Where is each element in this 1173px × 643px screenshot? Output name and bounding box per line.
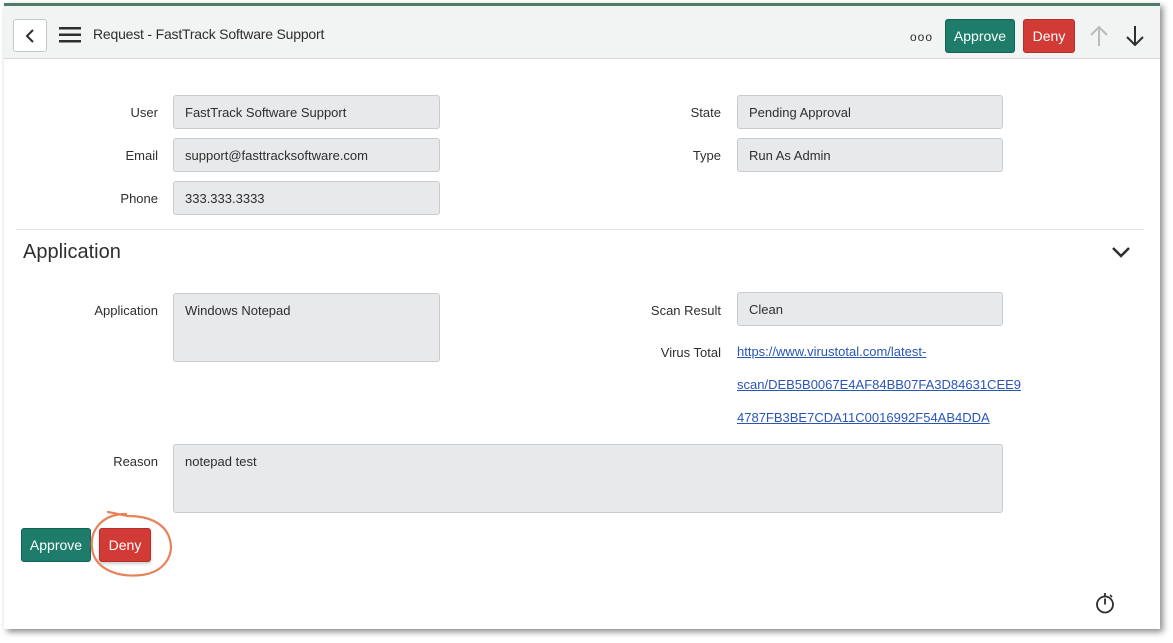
virus-total-link[interactable]: 4787FB3BE7CDA11C0016992F54AB4DDA	[737, 410, 990, 425]
section-divider	[16, 229, 1144, 230]
arrow-up-icon[interactable]	[1089, 25, 1109, 47]
virus-total-link[interactable]: https://www.virustotal.com/latest-	[737, 344, 926, 359]
type-field[interactable]: Run As Admin	[737, 138, 1003, 172]
back-arrow-icon	[25, 29, 34, 43]
header-approve-button[interactable]: Approve	[945, 19, 1015, 53]
user-field[interactable]: FastTrack Software Support	[173, 95, 440, 129]
timer-icon[interactable]	[1095, 592, 1115, 614]
email-label: Email	[125, 148, 158, 163]
phone-field[interactable]: 333.333.3333	[173, 181, 440, 215]
page-title: Request - FastTrack Software Support	[93, 26, 325, 42]
reason-field[interactable]: notepad test	[173, 444, 1003, 513]
email-field[interactable]: support@fasttracksoftware.com	[173, 138, 440, 172]
more-options-icon[interactable]: ooo	[910, 30, 933, 44]
form-header: Request - FastTrack Software Support ooo…	[4, 3, 1160, 59]
user-label: User	[130, 105, 158, 120]
approve-button[interactable]: Approve	[21, 528, 91, 562]
type-label: Type	[692, 148, 721, 163]
chevron-down-icon[interactable]	[1111, 246, 1131, 258]
hamburger-menu-icon[interactable]	[59, 27, 81, 43]
arrow-down-icon[interactable]	[1125, 25, 1145, 47]
phone-label: Phone	[120, 191, 158, 206]
request-window: Request - FastTrack Software Support ooo…	[4, 3, 1160, 629]
application-section-title: Application	[23, 241, 121, 263]
deny-button[interactable]: Deny	[99, 528, 151, 562]
state-label: State	[690, 105, 721, 120]
scan-result-label: Scan Result	[650, 303, 721, 318]
scan-result-field[interactable]: Clean	[737, 292, 1003, 326]
application-field[interactable]: Windows Notepad	[173, 293, 440, 362]
header-deny-button[interactable]: Deny	[1023, 19, 1075, 53]
back-button[interactable]	[13, 19, 47, 52]
reason-label: Reason	[113, 454, 158, 469]
virus-total-label: Virus Total	[660, 345, 721, 360]
virus-total-link[interactable]: scan/DEB5B0067E4AF84BB07FA3D84631CEE9	[737, 377, 1021, 392]
application-label: Application	[94, 303, 158, 318]
state-field[interactable]: Pending Approval	[737, 95, 1003, 129]
